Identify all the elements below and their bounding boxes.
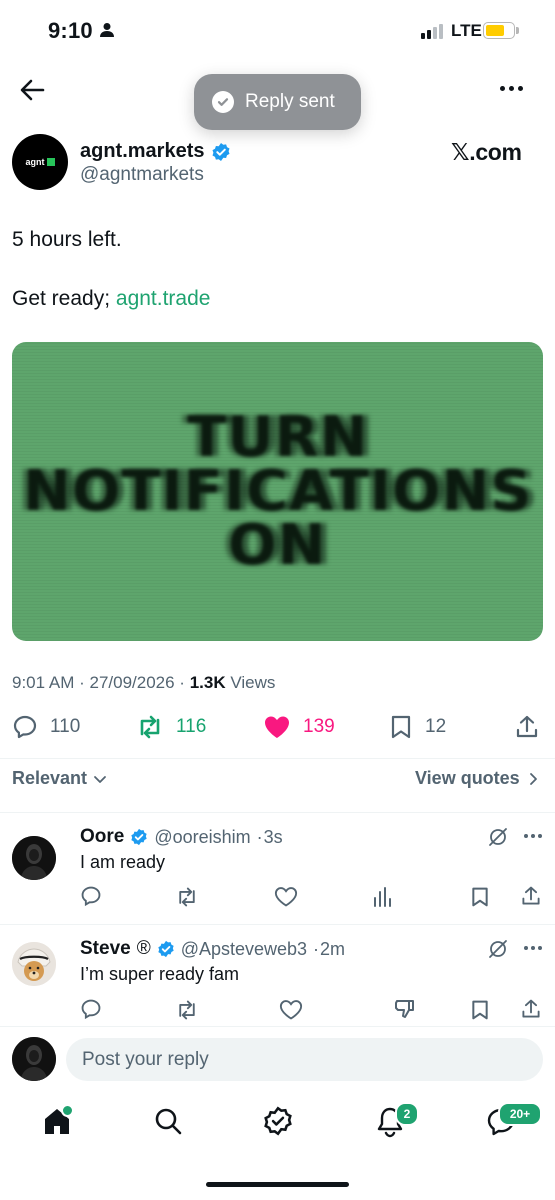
tweet-date: 27/09/2026 <box>89 673 175 692</box>
share-icon <box>514 714 540 740</box>
nav-search[interactable] <box>153 1106 183 1136</box>
avatar-logo-mark <box>46 158 55 166</box>
media-text-line: TURN <box>186 404 369 470</box>
tweet-text-prefix: Get ready; <box>12 287 116 310</box>
person-icon <box>99 22 115 38</box>
reply-count: 110 <box>50 716 81 737</box>
reply-author-name: Steve <box>80 938 131 959</box>
home-indicator <box>206 1182 349 1187</box>
divider <box>0 924 555 925</box>
reply-author[interactable]: Oore @ooreishim · 3s <box>80 826 283 848</box>
reply-author[interactable]: Steve ® @Apsteveweb3 · 2m <box>80 938 345 960</box>
thumbs-down-icon[interactable] <box>394 998 416 1020</box>
bookmark-button[interactable]: 12 <box>389 714 446 740</box>
reply-sent-toast: Reply sent <box>194 74 361 130</box>
reply-handle: @ooreishim <box>154 826 251 847</box>
messages-badge: 20+ <box>498 1102 542 1126</box>
chevron-down-icon <box>93 772 107 786</box>
views-count: 1.3K <box>189 673 226 692</box>
share-button[interactable] <box>514 714 540 740</box>
verified-badge-icon <box>130 828 148 846</box>
verified-badge-icon <box>157 940 175 958</box>
reply-text: I’m super ready fam <box>80 964 240 984</box>
reply-time: 2m <box>320 938 346 959</box>
divider <box>0 1026 555 1027</box>
reply-text: I am ready <box>80 852 166 872</box>
heart-icon[interactable] <box>279 999 303 1021</box>
reply-icon <box>12 714 38 740</box>
view-quotes-label: View quotes <box>415 768 520 788</box>
divider <box>0 812 555 813</box>
heart-icon[interactable] <box>274 886 298 908</box>
more-options-icon[interactable] <box>500 86 523 91</box>
notifications-badge: 2 <box>395 1102 419 1126</box>
toast-text: Reply sent <box>245 91 335 112</box>
media-text-line: ON <box>228 512 327 578</box>
tweet-meta: 9:01 AM · 27/09/2026 · 1.3K Views <box>12 673 276 692</box>
repost-button[interactable]: 116 <box>136 714 206 740</box>
media-text-line: NOTIFICATIONS <box>22 458 533 524</box>
share-icon[interactable] <box>520 998 542 1020</box>
tweet-media-image[interactable]: TURN NOTIFICATIONS ON <box>12 342 543 641</box>
verified-badge-icon <box>211 142 231 162</box>
repost-icon[interactable] <box>175 999 199 1021</box>
reply-avatar[interactable] <box>12 836 56 880</box>
chevron-right-icon <box>528 772 540 786</box>
more-options-icon[interactable] <box>524 834 542 838</box>
bookmark-icon[interactable] <box>470 886 490 908</box>
reply-author-name: Oore <box>80 826 125 847</box>
author-avatar[interactable]: agnt <box>12 134 68 190</box>
nav-verified-orgs[interactable] <box>263 1106 293 1136</box>
avatar-logo-text: agnt <box>25 157 45 167</box>
sort-label: Relevant <box>12 768 88 788</box>
author-handle[interactable]: @agntmarkets <box>80 164 204 186</box>
bookmark-icon <box>389 714 413 740</box>
views-label[interactable]: Views <box>230 673 275 692</box>
author-name-text: agnt.markets <box>80 140 205 162</box>
bookmark-count: 12 <box>425 716 447 737</box>
registered-badge: ® <box>136 938 151 959</box>
divider <box>0 758 555 759</box>
tweet-time: 9:01 AM <box>12 673 75 692</box>
reply-reply-button[interactable] <box>80 998 102 1020</box>
tweet-link[interactable]: agnt.trade <box>116 287 211 310</box>
like-button[interactable]: 139 <box>263 714 335 740</box>
check-icon <box>212 91 234 113</box>
repost-count: 116 <box>176 716 207 737</box>
separator: · <box>313 938 320 959</box>
author-name[interactable]: agnt.markets <box>80 140 231 163</box>
share-icon[interactable] <box>520 885 542 907</box>
reply-button[interactable]: 110 <box>12 714 80 740</box>
repost-icon <box>136 714 164 740</box>
analytics-icon[interactable] <box>372 886 392 908</box>
separator: · <box>256 826 263 847</box>
x-com-badge: 𝕏.com <box>451 139 522 165</box>
grok-icon[interactable] <box>487 826 509 848</box>
signal-icon <box>421 24 443 39</box>
more-options-icon[interactable] <box>524 946 542 950</box>
reply-handle: @Apsteveweb3 <box>180 938 308 959</box>
view-quotes-link[interactable]: View quotes <box>415 768 540 789</box>
reply-input[interactable]: Post your reply <box>66 1038 543 1081</box>
tweet-text-line1: 5 hours left. <box>12 228 122 251</box>
battery-nub <box>516 27 519 34</box>
battery-icon <box>483 22 515 39</box>
grok-icon[interactable] <box>487 938 509 960</box>
heart-filled-icon <box>263 714 291 740</box>
back-arrow-icon[interactable] <box>18 76 46 104</box>
home-dot <box>61 1104 74 1117</box>
sort-dropdown[interactable]: Relevant <box>12 768 107 789</box>
reply-time: 3s <box>263 826 283 847</box>
reply-avatar[interactable] <box>12 942 56 986</box>
network-label: LTE <box>451 21 482 40</box>
bookmark-icon[interactable] <box>470 999 490 1021</box>
reply-reply-button[interactable] <box>80 885 102 907</box>
repost-icon[interactable] <box>175 886 199 908</box>
like-count: 139 <box>303 716 335 737</box>
status-time: 9:10 <box>48 18 93 43</box>
my-avatar[interactable] <box>12 1037 56 1081</box>
tweet-text-line2: Get ready; agnt.trade <box>12 287 210 311</box>
